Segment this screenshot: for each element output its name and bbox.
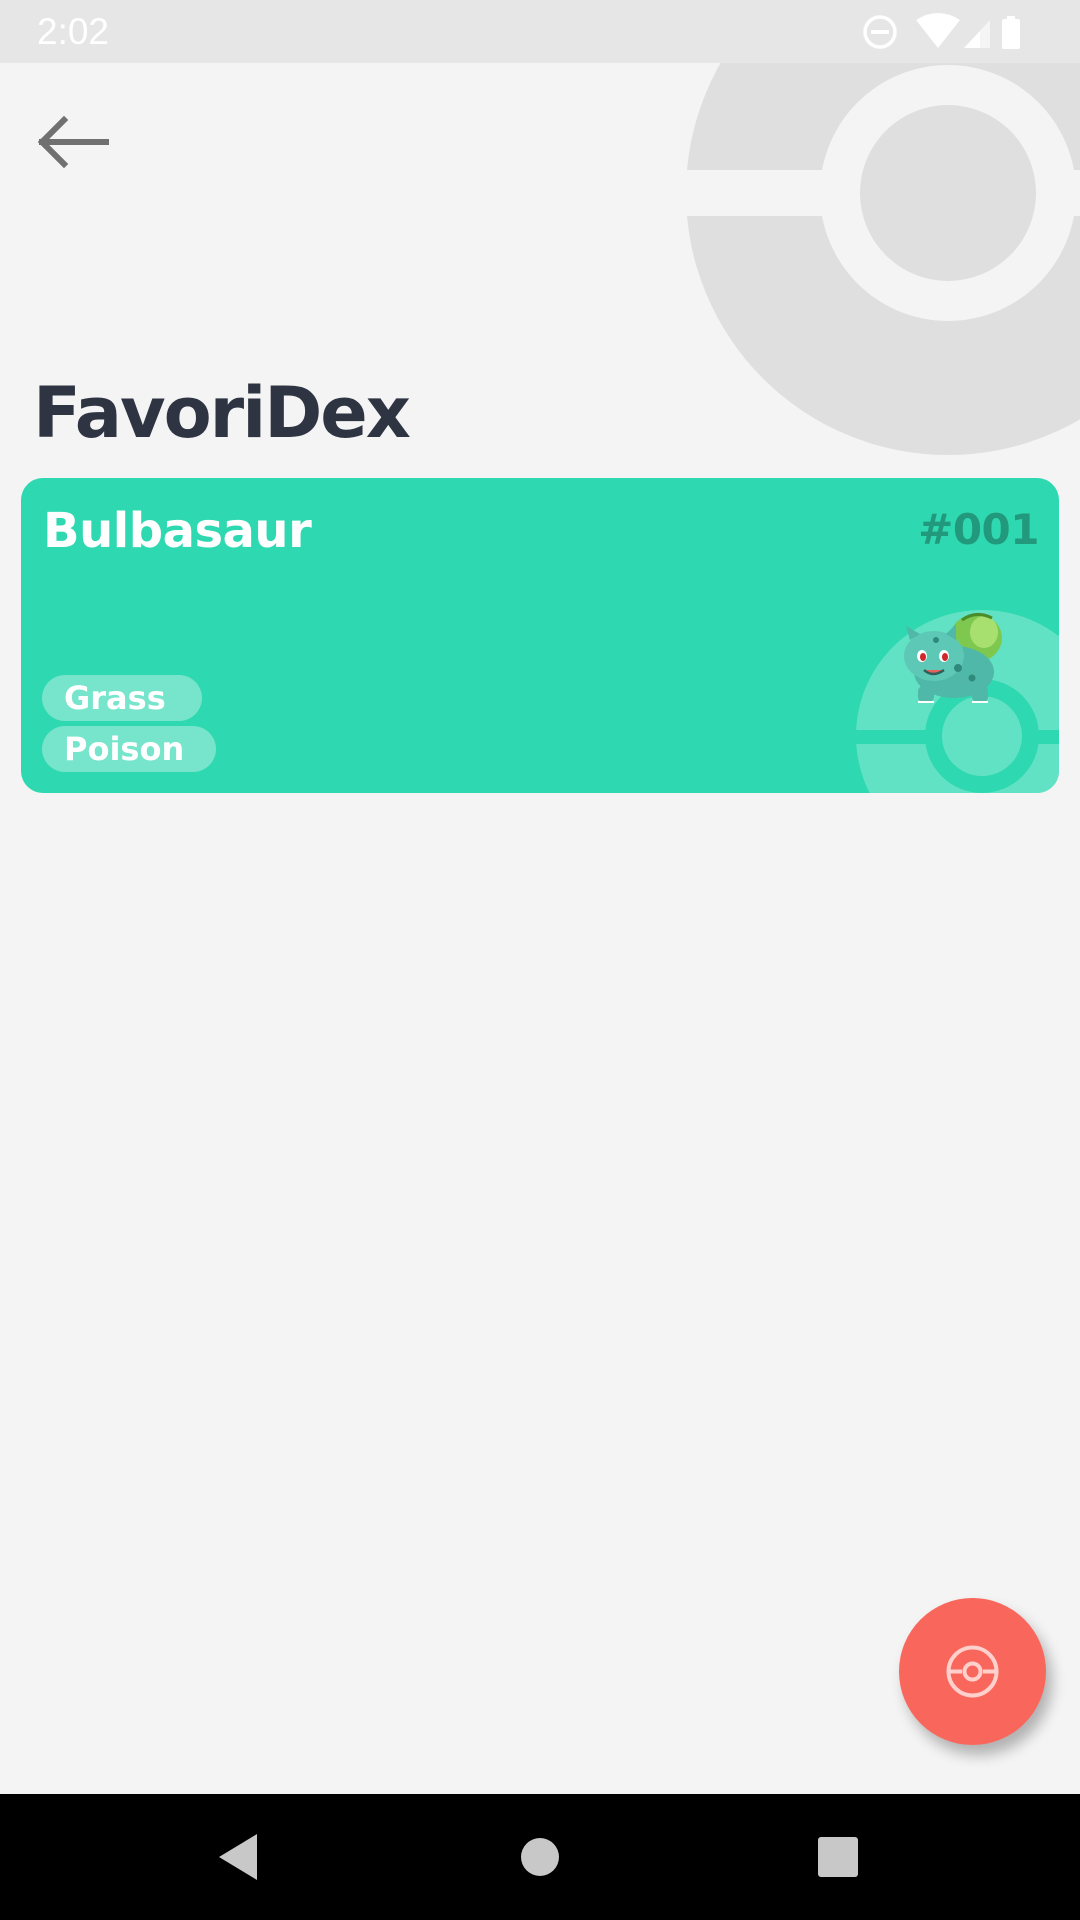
pokemon-sprite — [904, 613, 1002, 703]
arrow-back-icon — [37, 115, 109, 169]
status-icons — [862, 12, 1042, 52]
pokeball-icon — [946, 1645, 999, 1698]
wifi-icon — [916, 13, 960, 48]
battery-icon — [1002, 16, 1020, 49]
pokeball-fab[interactable] — [899, 1598, 1046, 1745]
back-triangle-icon — [219, 1834, 257, 1880]
type-badge: Poison — [42, 726, 216, 772]
signal-icon — [964, 20, 990, 48]
back-button[interactable] — [37, 112, 110, 172]
pokemon-card[interactable]: Bulbasaur #001 Grass Poison — [21, 478, 1059, 793]
status-bar: 2:02 — [0, 0, 1080, 63]
status-time: 2:02 — [37, 11, 110, 52]
nav-home-button[interactable] — [503, 1794, 577, 1920]
navigation-bar — [0, 1794, 1080, 1920]
home-circle-icon — [521, 1838, 559, 1876]
nav-back-button[interactable] — [205, 1794, 275, 1920]
pokemon-name: Bulbasaur — [43, 503, 312, 559]
type-badge: Grass — [42, 675, 202, 721]
do-not-disturb-icon — [863, 15, 897, 49]
page-title: FavoriDex — [33, 372, 411, 454]
nav-recents-button[interactable] — [800, 1794, 876, 1920]
pokemon-number: #001 — [918, 505, 1039, 554]
recents-square-icon — [818, 1837, 858, 1877]
favoridex-screen: 2:02 FavoriDex Bulbasaur #001 Grass Pois… — [0, 0, 1080, 1920]
